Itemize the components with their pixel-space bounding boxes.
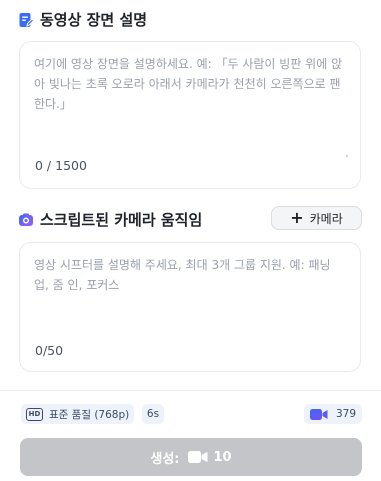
edit-document-icon	[18, 12, 34, 28]
quality-selector[interactable]: HD 표준 품질 (768p)	[21, 404, 134, 424]
camera-icon	[18, 212, 34, 228]
quality-label: 표준 품질 (768p)	[49, 408, 130, 421]
camera-movement-counter: 0/50	[35, 343, 64, 358]
add-camera-button[interactable]: + 카메라	[271, 206, 362, 230]
scene-description-counter: 0 / 1500	[35, 158, 87, 173]
hd-icon: HD	[26, 407, 43, 421]
camera-movement-placeholder: 영상 시프터를 설명해 주세요, 최대 3개 그룹 지원. 예: 패닝 업, 줌…	[34, 258, 335, 292]
generate-cost: 10	[213, 449, 232, 465]
scene-description-textarea[interactable]: 여기에 영상 장면을 설명하세요. 예: 「두 사람이 빙판 위에 앉아 빛나는…	[19, 41, 361, 189]
camera-movement-title-text: 스크립트된 카메라 움직임	[40, 211, 203, 229]
video-icon	[310, 408, 328, 421]
generate-label: 생성:	[150, 451, 180, 467]
credits-value: 379	[336, 408, 357, 420]
plus-icon: +	[290, 208, 304, 227]
duration-selector[interactable]: 6s	[142, 404, 164, 424]
scene-description-placeholder: 여기에 영상 장면을 설명하세요. 예: 「두 사람이 빙판 위에 앉아 빛나는…	[34, 57, 343, 111]
duration-label: 6s	[146, 408, 160, 420]
camera-movement-textarea[interactable]: 영상 시프터를 설명해 주세요, 최대 3개 그룹 지원. 예: 패닝 업, 줌…	[19, 242, 361, 372]
add-camera-label: 카메라	[309, 211, 343, 226]
resize-handle[interactable]	[346, 155, 348, 157]
scene-description-title: 동영상 장면 설명	[18, 9, 147, 30]
credits-display: 379	[304, 404, 362, 424]
scene-description-title-text: 동영상 장면 설명	[40, 11, 148, 29]
camera-movement-title: 스크립트된 카메라 움직임	[18, 209, 202, 230]
generate-button[interactable]: 생성: 10	[20, 438, 362, 476]
footer-divider	[0, 390, 381, 391]
video-camera-icon	[187, 450, 208, 464]
